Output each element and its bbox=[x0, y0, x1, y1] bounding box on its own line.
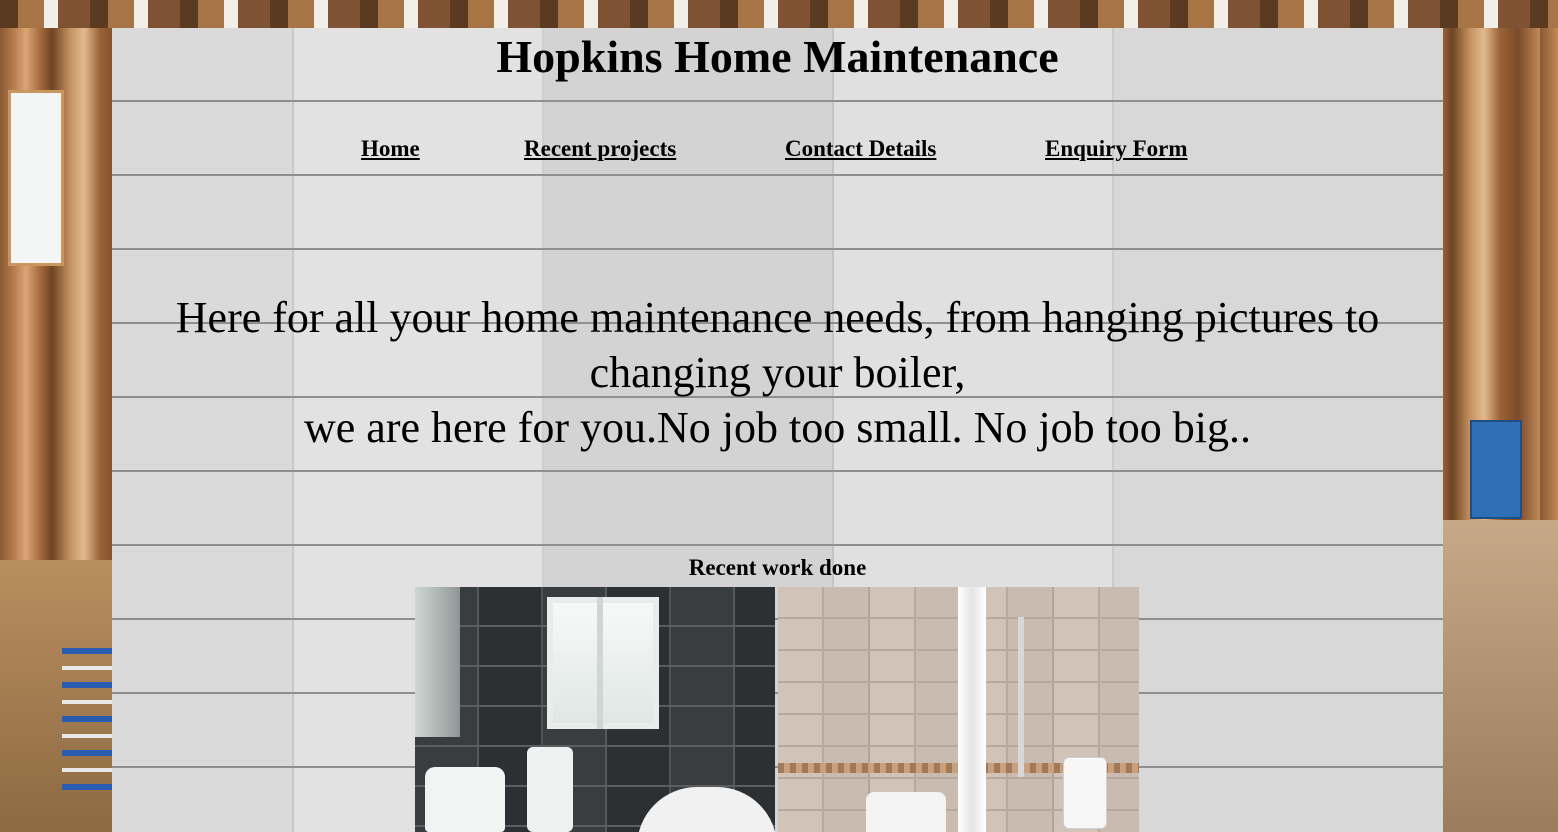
recent-work-photo-shower[interactable] bbox=[778, 587, 1139, 832]
photo-shower-curtain bbox=[958, 587, 986, 832]
site-title: Hopkins Home Maintenance bbox=[496, 31, 1059, 82]
photo-window-frame bbox=[597, 597, 603, 729]
photo-window bbox=[547, 597, 659, 729]
photo-toilet bbox=[866, 792, 946, 832]
hero-tagline-line: Here for all your home maintenance needs… bbox=[175, 293, 1380, 342]
hero-tagline-line: we are here for you.No job too small. No… bbox=[303, 403, 1252, 452]
nav-link-contact-details[interactable]: Contact Details bbox=[785, 136, 936, 162]
photo-mirror bbox=[415, 587, 460, 737]
content-panel: Hopkins Home Maintenance Home Recent pro… bbox=[112, 28, 1443, 832]
recent-work-heading: Recent work done bbox=[688, 555, 867, 580]
photo-sink bbox=[425, 767, 505, 832]
hero-tagline: Here for all your home maintenance needs… bbox=[112, 290, 1443, 455]
nav-link-enquiry-form[interactable]: Enquiry Form bbox=[1045, 136, 1187, 162]
background-electrical-box bbox=[1470, 420, 1522, 519]
background-floor-right bbox=[1443, 520, 1558, 832]
hero-tagline-line: changing your boiler, bbox=[589, 348, 966, 397]
background-window bbox=[8, 90, 64, 266]
photo-toilet bbox=[527, 747, 573, 832]
photo-electric-shower bbox=[1063, 757, 1107, 829]
main-nav: Home Recent projects Contact Details Enq… bbox=[112, 136, 1443, 170]
nav-link-home[interactable]: Home bbox=[361, 136, 420, 162]
nav-link-recent-projects[interactable]: Recent projects bbox=[524, 136, 676, 162]
background-ceiling bbox=[0, 0, 1558, 28]
recent-work-photo-bathroom[interactable] bbox=[415, 587, 775, 832]
photo-shower-rail bbox=[1018, 617, 1024, 777]
background-pipes bbox=[62, 640, 112, 790]
